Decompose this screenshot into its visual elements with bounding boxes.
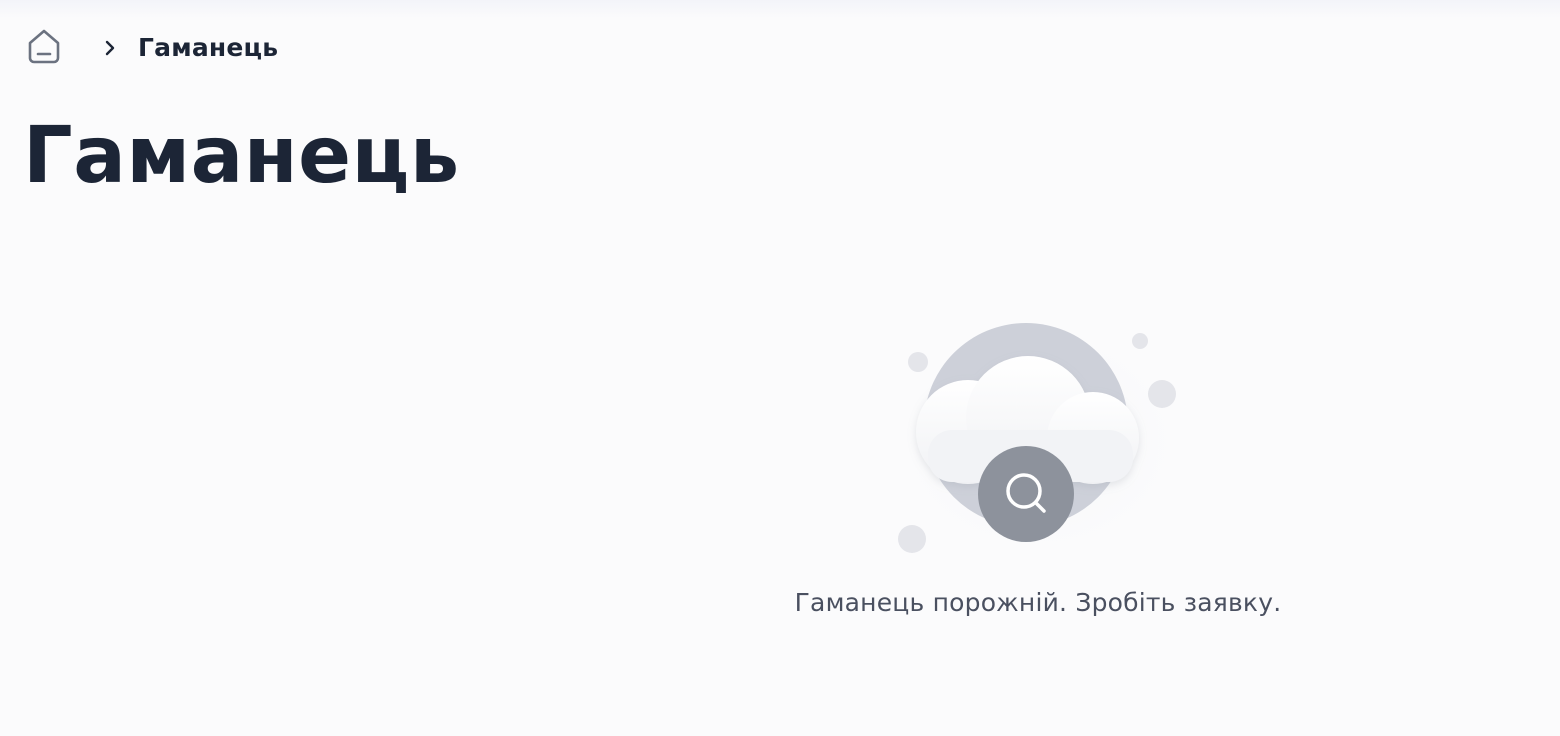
home-icon: [26, 27, 62, 69]
cloud-search-illustration: [888, 320, 1188, 560]
breadcrumb-current: Гаманець: [138, 33, 279, 62]
chevron-right-icon: [102, 40, 118, 56]
breadcrumb-home-link[interactable]: [24, 28, 64, 68]
breadcrumb: Гаманець: [24, 28, 278, 68]
empty-state-message: Гаманець порожній. Зробіть заявку.: [794, 588, 1282, 617]
search-icon: [978, 446, 1074, 542]
empty-state: Гаманець порожній. Зробіть заявку.: [700, 310, 1376, 617]
top-shade: [0, 0, 1560, 18]
page-title: Гаманець: [23, 111, 460, 201]
